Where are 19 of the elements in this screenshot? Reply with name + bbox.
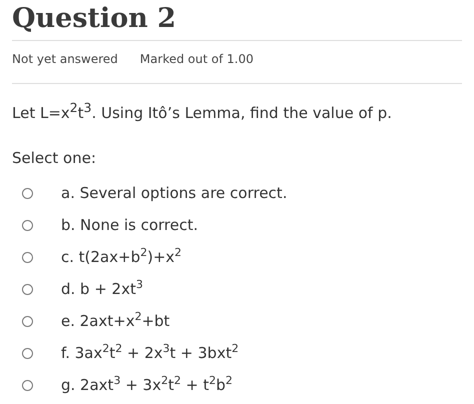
status-text: Not yet answered xyxy=(12,52,118,66)
option-label[interactable]: e. 2axt+x$^{2}$+bt xyxy=(61,307,170,331)
prompt-text: Select one: xyxy=(12,149,98,167)
radio-button[interactable] xyxy=(22,284,33,295)
option-label[interactable]: a. Several options are correct. xyxy=(61,183,288,203)
radio-button[interactable] xyxy=(22,220,33,231)
marks-text: Marked out of 1.00 xyxy=(140,52,254,66)
option-label[interactable]: b. None is correct. xyxy=(61,215,198,235)
radio-button[interactable] xyxy=(22,252,33,263)
option-label[interactable]: g. 2axt$^{3}$ + 3x$^{2}$t$^{2}$ + t$^{2}$b$^{2}$ xyxy=(61,371,233,395)
radio-button[interactable] xyxy=(22,348,33,359)
radio-button[interactable] xyxy=(22,380,33,391)
question-title: Question 2 xyxy=(12,2,178,36)
option-label[interactable]: c. t(2ax+b$^{2}$)+x$^{2}$ xyxy=(61,243,182,267)
option-label[interactable]: f. 3ax$^{2}$t$^{2}$ + 2x$^{3}$t + 3bxt$^{2}$ xyxy=(61,339,239,363)
radio-button[interactable] xyxy=(22,188,33,199)
radio-button[interactable] xyxy=(22,316,33,327)
question-text: Let L=x$^{2}$t$^{3}$. Using Itô’s Lemma, find the value of p. xyxy=(12,99,393,123)
option-label[interactable]: d. b + 2xt$^{3}$ xyxy=(61,275,143,299)
